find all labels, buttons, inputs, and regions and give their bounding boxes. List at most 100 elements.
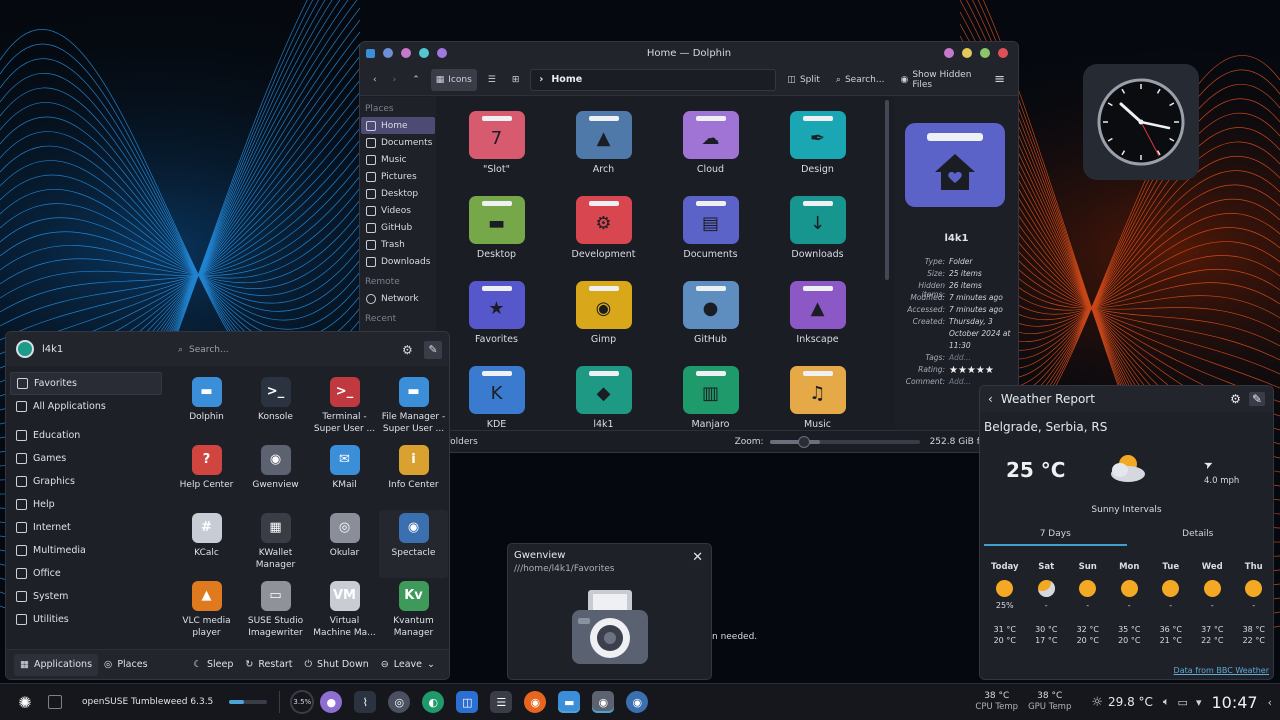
settings-app-icon[interactable]: ◎ (388, 691, 411, 713)
folder-item[interactable]: ▤ Documents (657, 196, 764, 281)
places-item-documents[interactable]: Documents (361, 134, 435, 151)
zoom-slider[interactable] (769, 435, 920, 448)
app-tile[interactable]: ◎ Okular (310, 510, 379, 578)
app-tile[interactable]: ◉ Spectacle (379, 510, 448, 578)
category-help[interactable]: Help (10, 493, 162, 516)
show-desktop-icon[interactable] (48, 695, 62, 709)
app-tile[interactable]: ◉ Gwenview (241, 442, 310, 510)
launcher-search-input[interactable]: ⌕ Search... (172, 340, 394, 360)
places-item-music[interactable]: Music (361, 151, 435, 168)
app-tile[interactable]: ▬ Dolphin (172, 374, 241, 442)
menu-button[interactable] (944, 48, 954, 58)
zoom-slider-handle[interactable] (797, 435, 810, 448)
places-item-github[interactable]: GitHub (361, 219, 435, 236)
back-icon[interactable]: ‹ (368, 69, 382, 91)
category-favorites[interactable]: Favorites (10, 372, 162, 395)
app-tile[interactable]: VM Virtual Machine Ma... (310, 578, 379, 646)
cpu-load-gauge[interactable]: 3.5% (290, 690, 315, 714)
app-tile[interactable]: ▬ File Manager - Super User ... (379, 374, 448, 442)
app-tile[interactable]: ▦ KWallet Manager (241, 510, 310, 578)
category-utilities[interactable]: Utilities (10, 608, 162, 631)
tab-details[interactable]: Details (1127, 526, 1270, 546)
bbc-weather-link[interactable]: Data from BBC Weather (1174, 666, 1269, 675)
help-button[interactable] (437, 48, 447, 58)
clock-time[interactable]: 10:47 (1211, 693, 1257, 712)
dolphin-task-icon[interactable]: ▬ (558, 691, 581, 713)
peek-desktop-icon[interactable]: ‹ (1268, 696, 1272, 709)
places-item-pictures[interactable]: Pictures (361, 168, 435, 185)
category-system[interactable]: System (10, 585, 162, 608)
dolphin-window[interactable]: Home — Dolphin ‹ › ⌃ ▦ Icons ☰ ⊞ › Home ◫ S… (359, 41, 1019, 453)
places-item-network[interactable]: Network (361, 290, 435, 307)
dolphin-app-icon[interactable] (366, 48, 375, 58)
gwenview-task-icon[interactable]: ◉ (592, 691, 615, 713)
cpu-temp-sensor[interactable]: 38 °C CPU Temp (975, 691, 1018, 713)
folder-item[interactable]: ▲ Arch (550, 111, 657, 196)
tray-weather-temp[interactable]: 29.8 °C (1108, 695, 1153, 709)
app-tile[interactable]: ▭ SUSE Studio Imagewriter (241, 578, 310, 646)
category-education[interactable]: Education (10, 424, 162, 447)
file-view[interactable]: 7 "Slot" ▲ Arch ☁ Cloud ✒ Design ▬ Desktop ⚙ Develo… (437, 97, 885, 431)
weather-tray-icon[interactable]: ☼ (1091, 695, 1103, 710)
gpu-temp-sensor[interactable]: 38 °C GPU Temp (1028, 691, 1071, 713)
folder-item[interactable]: 7 "Slot" (443, 111, 550, 196)
task-tooltip[interactable]: Gwenview ///home/l4k1/Favorites ✕ (507, 543, 712, 680)
app-tile[interactable]: i Info Center (379, 442, 448, 510)
folder-item[interactable]: ▲ Inkscape (764, 281, 871, 366)
spectacle-task-icon[interactable]: ◉ (626, 691, 649, 713)
places-item-trash[interactable]: Trash (361, 236, 435, 253)
places-tab[interactable]: ◎ Places (98, 654, 154, 676)
folder-item[interactable]: ⚙ Development (550, 196, 657, 281)
restart-button[interactable]: ↻ Restart (239, 654, 298, 676)
close-button[interactable] (998, 48, 1008, 58)
sleep-button[interactable]: ☾ Sleep (187, 654, 239, 676)
folder-item[interactable]: ▥ Manjaro (657, 366, 764, 431)
volume-icon[interactable]: 🔈︎ (1163, 695, 1170, 709)
system-monitor-icon[interactable]: ⌇ (354, 691, 377, 713)
folder-item[interactable]: ↓ Downloads (764, 196, 871, 281)
split-button[interactable]: ◫ Split (782, 69, 824, 91)
hamburger-menu-icon[interactable]: ≡ (989, 69, 1010, 91)
memory-usage-bar[interactable] (229, 700, 268, 704)
info-value[interactable]: Add... (945, 377, 971, 386)
category-all-applications[interactable]: All Applications (10, 395, 162, 418)
tray-expand-icon[interactable]: ▾ (1196, 696, 1202, 709)
gear-icon[interactable]: ⚙ (402, 343, 413, 357)
back-icon[interactable]: ‹ (988, 392, 993, 406)
folder-item[interactable]: ✒ Design (764, 111, 871, 196)
maximize-button[interactable] (980, 48, 990, 58)
folder-item[interactable]: K KDE (443, 366, 550, 431)
weather-widget[interactable]: ‹ Weather Report ⚙ ✎ Belgrade, Serbia, R… (979, 385, 1274, 680)
launcher-button-icon[interactable]: ✺ (14, 691, 36, 713)
app-tile[interactable]: ▲ VLC media player (172, 578, 241, 646)
system-settings-icon[interactable]: ☰ (490, 691, 513, 713)
up-icon[interactable]: ⌃ (407, 69, 425, 91)
show-hidden-button[interactable]: ◉ Show Hidden Files (895, 69, 983, 91)
folder-item[interactable]: ◉ Gimp (550, 281, 657, 366)
info-value[interactable]: ★★★★★ (945, 365, 994, 376)
forward-icon[interactable]: › (388, 69, 402, 91)
search-button[interactable]: ⌕ Search... (831, 69, 890, 91)
places-item-desktop[interactable]: Desktop (361, 185, 435, 202)
dolphin-titlebar[interactable]: Home — Dolphin (360, 42, 1018, 64)
folder-item[interactable]: ★ Favorites (443, 281, 550, 366)
app-tile[interactable]: ✉ KMail (310, 442, 379, 510)
pin-icon[interactable]: ✎ (1248, 392, 1265, 406)
minimize-button[interactable] (962, 48, 972, 58)
details-view-icon[interactable]: ☰ (483, 69, 501, 91)
network-icon[interactable]: ▭ (1178, 696, 1188, 709)
icons-view-button[interactable]: ▦ Icons (430, 68, 477, 91)
shutdown-button[interactable]: ⏻ Shut Down (299, 654, 375, 676)
folder-item[interactable]: ◆ l4k1 (550, 366, 657, 431)
analog-clock-widget[interactable] (1083, 64, 1199, 180)
pin-icon[interactable]: ✎ (424, 341, 442, 359)
keep-above-button[interactable] (383, 48, 393, 58)
app-tile[interactable]: ? Help Center (172, 442, 241, 510)
folder-item[interactable]: ▬ Desktop (443, 196, 550, 281)
close-icon[interactable]: ✕ (692, 550, 703, 565)
gear-icon[interactable]: ⚙ (1230, 392, 1241, 406)
category-graphics[interactable]: Graphics (10, 470, 162, 493)
app-tile[interactable]: >_ Konsole (241, 374, 310, 442)
places-item-videos[interactable]: Videos (361, 202, 435, 219)
app-tile[interactable]: Kv Kvantum Manager (379, 578, 448, 646)
